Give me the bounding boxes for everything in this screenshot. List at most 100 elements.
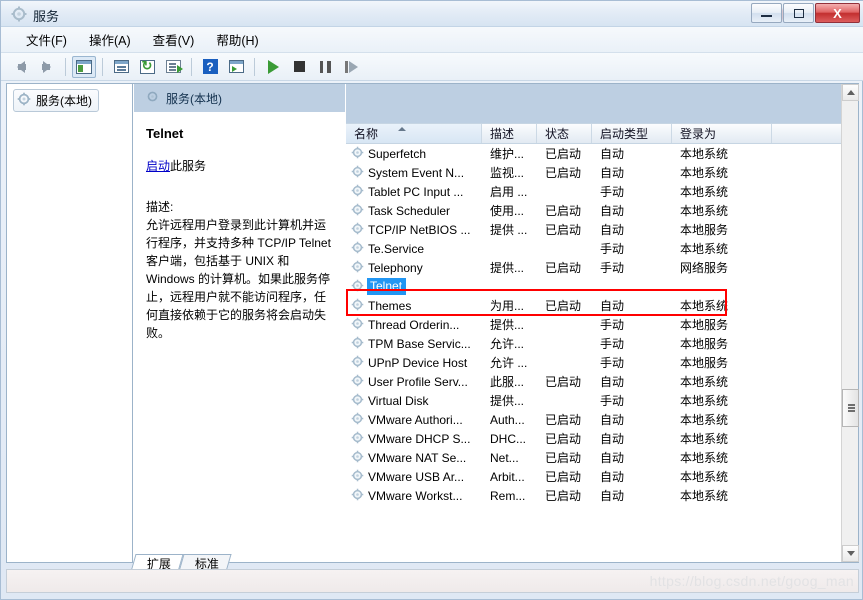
menu-help[interactable]: 帮助(H) [205, 27, 269, 52]
start-service-link[interactable]: 启动 [146, 159, 170, 173]
column-header-logon[interactable]: 登录为 [672, 124, 772, 143]
export-list-button[interactable] [161, 56, 185, 78]
toolbar-separator-1 [65, 57, 66, 76]
cell-description: 启用 ... [490, 185, 528, 199]
pause-service-button[interactable] [313, 56, 337, 78]
table-row[interactable]: User Profile Serv... 此服... 已启动 自动 本地系统 [346, 372, 858, 391]
cell-name: Tablet PC Input ... [346, 184, 482, 200]
cell-status: 已启动 [545, 261, 582, 275]
properties-button[interactable] [109, 56, 133, 78]
table-row[interactable]: System Event N... 监视... 已启动 自动 本地系统 [346, 163, 858, 182]
table-row[interactable]: Thread Orderin... 提供... 手动 本地服务 [346, 315, 858, 334]
list-column-headers: 名称 描述 状态 启动类型 登录为 [346, 123, 858, 144]
column-header-label: 登录为 [680, 127, 717, 141]
cell-description: 维护... [490, 147, 525, 161]
cell-name: TPM Base Servic... [346, 336, 482, 352]
scroll-up-button[interactable] [842, 84, 859, 101]
column-header-startup[interactable]: 启动类型 [592, 124, 672, 143]
cell-name: VMware USB Ar... [346, 469, 482, 485]
cell-logon: 本地系统 [680, 413, 729, 427]
table-row[interactable]: VMware DHCP S... DHC... 已启动 自动 本地系统 [346, 429, 858, 448]
cell-description: 允许 ... [490, 356, 528, 370]
table-row[interactable]: Tablet PC Input ... 启用 ... 手动 本地系统 [346, 182, 858, 201]
list-view-button[interactable] [224, 56, 248, 78]
table-row[interactable]: Telephony 提供... 已启动 手动 网络服务 [346, 258, 858, 277]
column-header-label: 状态 [545, 127, 570, 141]
cell-logon: 本地系统 [680, 451, 729, 465]
service-name-label: Task Scheduler [368, 203, 451, 218]
column-header-status[interactable]: 状态 [537, 124, 592, 143]
window-controls: X [751, 3, 860, 24]
column-header-name[interactable]: 名称 [346, 124, 482, 143]
menu-file[interactable]: 文件(F) [15, 27, 78, 52]
description-text: 允许远程用户登录到此计算机并运行程序，并支持多种 TCP/IP Telnet 客… [146, 218, 331, 340]
minimize-button[interactable] [751, 3, 782, 23]
scrollbar-thumb[interactable] [842, 389, 859, 427]
scroll-down-button[interactable] [842, 545, 859, 562]
cell-logon: 本地系统 [680, 299, 729, 313]
tree-node-services-local[interactable]: 服务(本地) [13, 89, 99, 112]
table-row-selected[interactable]: Telnet [346, 277, 858, 296]
table-row[interactable]: Task Scheduler 使用... 已启动 自动 本地系统 [346, 201, 858, 220]
toolbar-separator-4 [254, 57, 255, 76]
refresh-button[interactable] [135, 56, 159, 78]
service-name-label: Te.Service [368, 241, 425, 256]
cell-startup: 手动 [600, 337, 625, 351]
cell-name: UPnP Device Host [346, 355, 482, 371]
vertical-scrollbar[interactable] [841, 84, 859, 562]
stop-service-button[interactable] [287, 56, 311, 78]
menu-view[interactable]: 查看(V) [142, 27, 206, 52]
toolbar-separator-3 [191, 57, 192, 76]
cell-startup: 自动 [600, 166, 625, 180]
table-row[interactable]: UPnP Device Host 允许 ... 手动 本地服务 [346, 353, 858, 372]
service-name-label: Telephony [368, 260, 423, 275]
cell-status: 已启动 [545, 451, 582, 465]
cell-startup: 手动 [600, 242, 625, 256]
cell-startup: 自动 [600, 375, 625, 389]
close-button[interactable]: X [815, 3, 860, 23]
gear-icon [351, 279, 364, 295]
table-row[interactable]: VMware NAT Se... Net... 已启动 自动 本地系统 [346, 448, 858, 467]
table-row[interactable]: Te.Service 手动 本地系统 [346, 239, 858, 258]
question-mark-icon: ? [202, 59, 218, 74]
export-icon [165, 60, 183, 73]
cell-status: 已启动 [545, 375, 582, 389]
service-name-label: TPM Base Servic... [368, 336, 471, 351]
help-button[interactable]: ? [198, 56, 222, 78]
service-action-row: 启动此服务 [146, 157, 333, 174]
gear-icon [351, 393, 364, 409]
selected-service-name: Telnet [146, 126, 184, 141]
table-row[interactable]: TCP/IP NetBIOS ... 提供 ... 已启动 自动 本地服务 [346, 220, 858, 239]
cell-description: 监视... [490, 166, 525, 180]
table-row[interactable]: Themes 为用... 已启动 自动 本地系统 [346, 296, 858, 315]
restart-service-button[interactable] [339, 56, 363, 78]
cell-logon: 本地服务 [680, 337, 729, 351]
table-row[interactable]: Virtual Disk 提供... 手动 本地系统 [346, 391, 858, 410]
cell-status: 已启动 [545, 223, 582, 237]
forward-button[interactable] [35, 56, 59, 78]
maximize-button[interactable] [783, 3, 814, 23]
cell-startup: 手动 [600, 318, 625, 332]
service-detail-pane: 服务(本地) Telnet 启动此服务 描述: 允许远程用户登录到此计算机并运行… [134, 84, 345, 562]
table-row[interactable]: VMware Workst... Rem... 已启动 自动 本地系统 [346, 486, 858, 505]
service-name-label: Telnet [367, 278, 407, 295]
table-row[interactable]: VMware USB Ar... Arbit... 已启动 自动 本地系统 [346, 467, 858, 486]
table-row[interactable]: TPM Base Servic... 允许... 手动 本地服务 [346, 334, 858, 353]
gear-icon [351, 203, 364, 219]
cell-description: Auth... [490, 412, 525, 427]
back-button[interactable] [9, 56, 33, 78]
cell-name: Telephony [346, 260, 482, 276]
cell-description: 提供... [490, 394, 525, 408]
start-service-button[interactable] [261, 56, 285, 78]
column-header-description[interactable]: 描述 [482, 124, 537, 143]
list-pane-header [346, 84, 858, 123]
show-hide-tree-button[interactable] [72, 55, 96, 78]
cell-status: 已启动 [545, 432, 582, 446]
cell-description: 允许... [490, 337, 525, 351]
table-row[interactable]: Superfetch 维护... 已启动 自动 本地系统 [346, 144, 858, 163]
table-row[interactable]: VMware Authori... Auth... 已启动 自动 本地系统 [346, 410, 858, 429]
list-icon [228, 60, 244, 73]
cell-logon: 本地系统 [680, 242, 729, 256]
menu-action[interactable]: 操作(A) [78, 27, 142, 52]
service-name-label: Thread Orderin... [368, 317, 460, 332]
